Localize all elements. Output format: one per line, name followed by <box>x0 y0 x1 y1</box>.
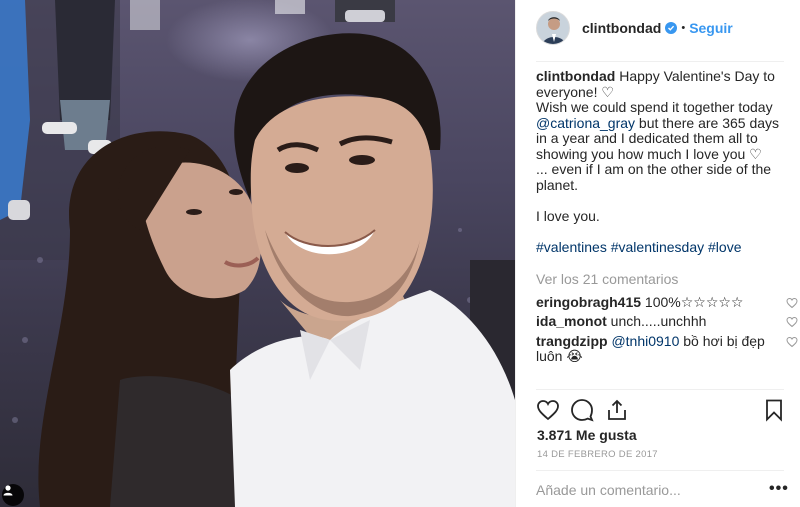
comments-list: clintbondad Happy Valentine's Day to eve… <box>536 68 798 365</box>
hashtag-link[interactable]: #valentinesday <box>611 239 704 255</box>
comment-bubble-icon[interactable] <box>570 398 594 427</box>
caption-mention[interactable]: @catriona_gray <box>536 115 635 131</box>
divider <box>536 389 784 390</box>
comment-username[interactable]: trangdzipp <box>536 333 608 349</box>
hashtag-link[interactable]: #valentines <box>536 239 607 255</box>
caption-text-line3: ... even if I am on the other side of th… <box>536 161 772 193</box>
comment-heart-icon[interactable] <box>786 316 798 332</box>
divider <box>536 61 784 62</box>
comment-username[interactable]: ida_monot <box>536 313 607 329</box>
more-options-icon[interactable]: ••• <box>769 480 789 498</box>
avatar[interactable] <box>536 11 570 45</box>
verified-badge-icon <box>665 22 678 34</box>
share-icon[interactable] <box>605 398 629 427</box>
hashtag-link[interactable]: #love <box>708 239 741 255</box>
post-caption: clintbondad Happy Valentine's Day to eve… <box>536 68 788 255</box>
post-header: clintbondad • Seguir <box>536 10 733 46</box>
add-comment-input[interactable] <box>536 480 766 500</box>
comment-text: 100%☆☆☆☆☆ <box>644 293 744 310</box>
separator-dot: • <box>681 22 686 34</box>
comment-text: unch.....unchhh <box>610 313 707 329</box>
comment-item: trangdzipp @tnhi0910 bồ hơi bị đẹp luôn … <box>536 333 798 365</box>
post-author-username[interactable]: clintbondad <box>582 20 661 36</box>
comment-username[interactable]: eringobragh415 <box>536 294 641 310</box>
view-all-comments-link[interactable]: Ver los 21 comentarios <box>536 271 788 291</box>
post-actions-bar <box>536 396 784 424</box>
divider <box>536 470 784 471</box>
user-tag-icon[interactable] <box>2 484 24 506</box>
caption-text-line2: Wish we could spend it together today <box>536 99 773 115</box>
likes-count[interactable]: 3.871 Me gusta <box>537 427 637 443</box>
post-date: 14 DE FEBRERO DE 2017 <box>537 449 658 460</box>
comment-item: eringobragh415 100%☆☆☆☆☆ <box>536 293 798 311</box>
post-photo[interactable] <box>0 0 515 507</box>
caption-text-line4: I love you. <box>536 207 600 224</box>
heart-icon[interactable] <box>536 398 560 427</box>
follow-button[interactable]: Seguir <box>689 20 733 36</box>
comment-heart-icon[interactable] <box>786 336 798 352</box>
caption-username[interactable]: clintbondad <box>536 68 615 84</box>
comment-heart-icon[interactable] <box>786 297 798 313</box>
comment-item: ida_monot unch.....unchhh <box>536 313 798 330</box>
bookmark-icon[interactable] <box>762 398 786 427</box>
selfie-image <box>0 0 515 507</box>
post-side-panel: clintbondad • Seguir clintbondad Happy V… <box>515 0 800 507</box>
comment-mention[interactable]: @tnhi0910 <box>611 333 679 349</box>
